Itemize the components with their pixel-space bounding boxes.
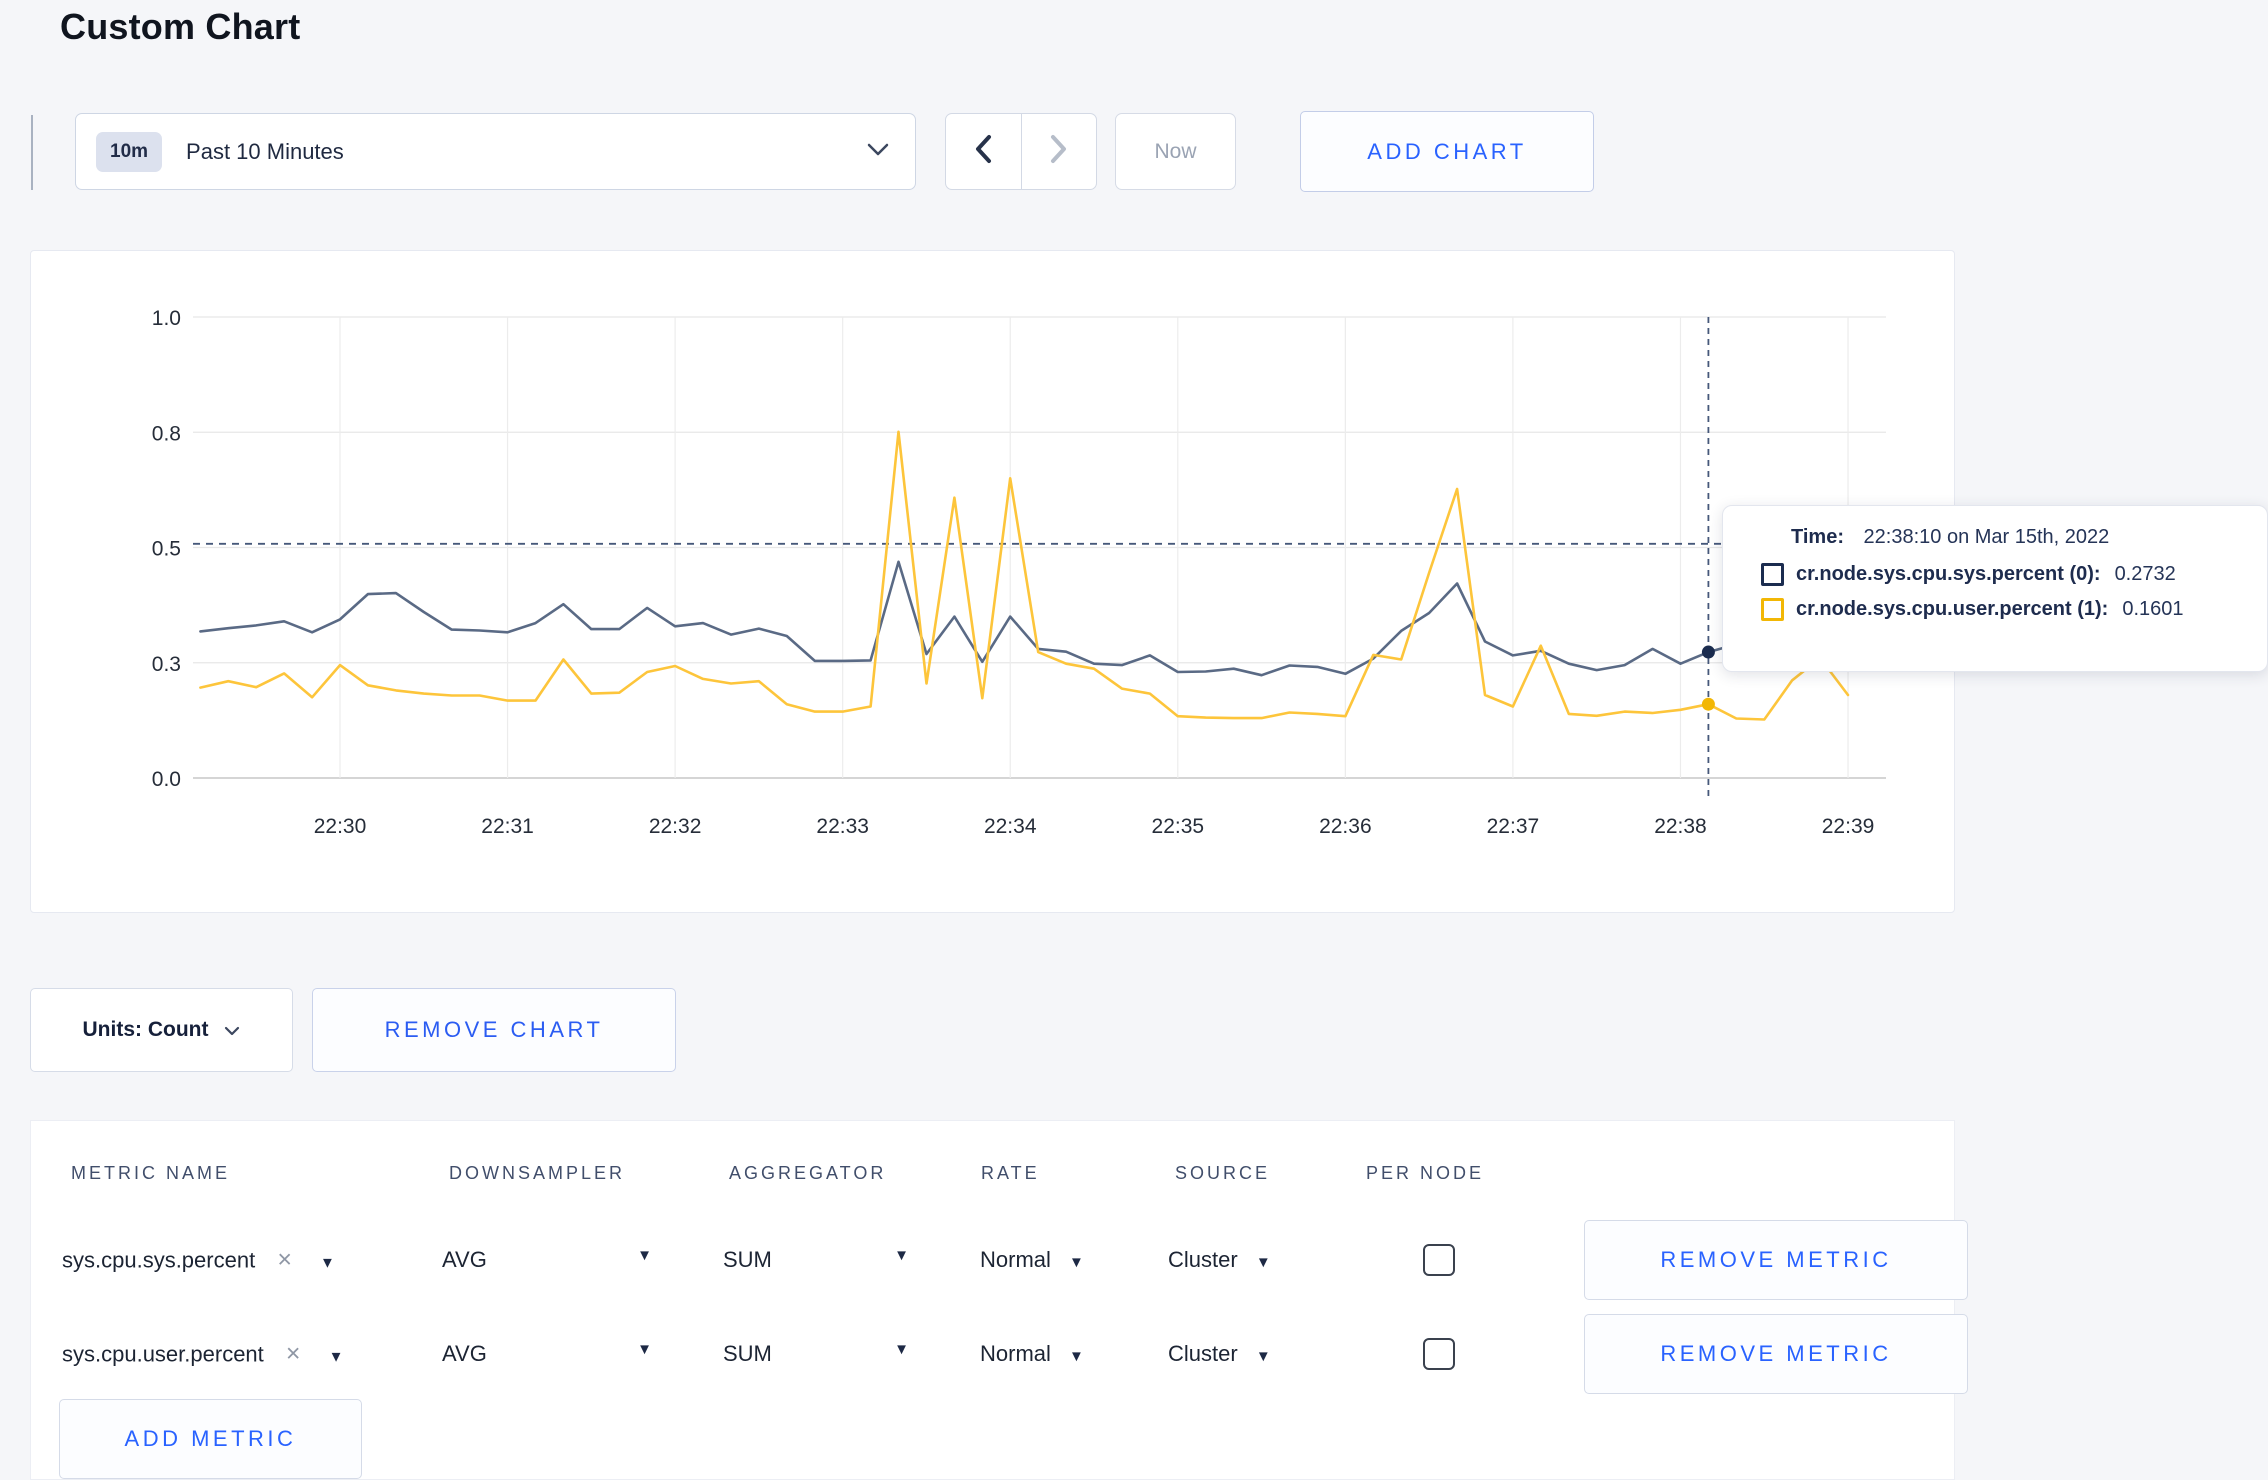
y-axis-label: 0.5: [152, 538, 181, 561]
x-axis-label: 22:34: [984, 815, 1037, 838]
caret-down-icon: ▼: [894, 1341, 909, 1358]
x-axis-label: 22:37: [1487, 815, 1540, 838]
clear-icon[interactable]: ×: [286, 1340, 301, 1368]
metric-name-value: sys.cpu.user.percent: [62, 1341, 264, 1367]
chevron-right-icon: [1050, 134, 1068, 169]
tooltip-series-row: cr.node.sys.cpu.sys.percent (0): 0.2732: [1761, 563, 2267, 586]
x-axis-label: 22:35: [1152, 815, 1205, 838]
y-axis-label: 0.3: [152, 653, 181, 676]
x-axis-label: 22:32: [649, 815, 702, 838]
col-header-aggregator: AGGREGATOR: [729, 1163, 887, 1183]
x-axis-label: 22:38: [1654, 815, 1707, 838]
chevron-down-icon: [224, 1018, 240, 1042]
crosshair-point: [1701, 645, 1715, 659]
aggregator-select[interactable]: SUM ▼: [723, 1247, 909, 1273]
units-dropdown[interactable]: Units: Count: [30, 988, 293, 1072]
tooltip-time-row: Time: 22:38:10 on Mar 15th, 2022: [1791, 526, 2267, 549]
remove-metric-button[interactable]: REMOVE METRIC: [1584, 1220, 1968, 1300]
rate-select[interactable]: Normal ▼: [980, 1341, 1084, 1367]
metric-name-value: sys.cpu.sys.percent: [62, 1247, 256, 1273]
x-axis-label: 22:33: [816, 815, 869, 838]
metric-name-select[interactable]: sys.cpu.sys.percent × ▼: [62, 1246, 335, 1275]
downsampler-select[interactable]: AVG ▼: [442, 1247, 652, 1273]
tooltip-time-label: Time:: [1791, 526, 1844, 548]
user-series-swatch-icon: [1761, 598, 1784, 621]
table-row: sys.cpu.user.percent × ▼ AVG ▼ SUM ▼ Nor…: [31, 1308, 1968, 1400]
x-axis-label: 22:39: [1822, 815, 1875, 838]
downsampler-select[interactable]: AVG ▼: [442, 1341, 652, 1367]
tooltip-series-value: 0.1601: [2122, 598, 2184, 620]
tooltip-series-value: 0.2732: [2114, 563, 2176, 585]
col-header-source: SOURCE: [1175, 1163, 1271, 1183]
caret-down-icon: ▼: [1255, 1254, 1271, 1271]
y-axis-label: 1.0: [152, 307, 181, 330]
caret-down-icon: ▼: [328, 1348, 344, 1366]
toolbar-divider: [31, 115, 33, 190]
caret-down-icon: ▼: [1069, 1348, 1084, 1365]
metrics-table: METRIC NAME DOWNSAMPLER AGGREGATOR RATE …: [30, 1120, 1968, 1480]
crosshair-point: [1701, 697, 1715, 711]
chevron-down-icon: [867, 143, 889, 161]
add-chart-button[interactable]: ADD CHART: [1300, 111, 1594, 192]
next-time-button[interactable]: [1022, 114, 1097, 189]
caret-down-icon: ▼: [894, 1247, 909, 1264]
col-header-downsampler: DOWNSAMPLER: [449, 1163, 626, 1183]
caret-down-icon: ▼: [637, 1247, 652, 1264]
metric-name-select[interactable]: sys.cpu.user.percent × ▼: [62, 1340, 344, 1369]
cpu-chart-svg[interactable]: 0.0 0.3 0.5 0.8 1.0 22:30 22:31 22:32 22:33 22:34…: [31, 251, 1954, 912]
time-range-badge: 10m: [96, 131, 163, 172]
remove-metric-button[interactable]: REMOVE METRIC: [1584, 1314, 1968, 1394]
units-label: Units: Count: [82, 1018, 209, 1041]
chart-card: 0.0 0.3 0.5 0.8 1.0 22:30 22:31 22:32 22:33 22:34…: [30, 250, 1955, 913]
x-axis-label: 22:36: [1319, 815, 1372, 838]
page-title: Custom Chart: [60, 6, 301, 47]
source-select[interactable]: Cluster ▼: [1168, 1247, 1271, 1273]
table-row: sys.cpu.sys.percent × ▼ AVG ▼ SUM ▼ Norm…: [31, 1214, 1968, 1306]
x-axis-label: 22:31: [481, 815, 534, 838]
col-header-rate: RATE: [981, 1163, 1040, 1183]
tooltip-series-label: cr.node.sys.cpu.user.percent (1):: [1796, 598, 2109, 620]
chart-tooltip: Time: 22:38:10 on Mar 15th, 2022 cr.node…: [1722, 505, 2268, 672]
remove-chart-button[interactable]: REMOVE CHART: [312, 988, 676, 1072]
caret-down-icon: ▼: [320, 1254, 335, 1272]
col-header-per-node: PER NODE: [1366, 1163, 1485, 1183]
aggregator-select[interactable]: SUM ▼: [723, 1341, 909, 1367]
rate-select[interactable]: Normal ▼: [980, 1247, 1084, 1273]
y-axis-label: 0.0: [152, 768, 181, 791]
time-range-label: Past 10 Minutes: [186, 138, 344, 164]
per-node-checkbox[interactable]: [1423, 1338, 1455, 1370]
x-axis-label: 22:30: [314, 815, 367, 838]
col-header-metric-name: METRIC NAME: [71, 1163, 230, 1183]
clear-icon[interactable]: ×: [277, 1246, 292, 1274]
tooltip-series-row: cr.node.sys.cpu.user.percent (1): 0.1601: [1761, 598, 2267, 621]
tooltip-series-label: cr.node.sys.cpu.sys.percent (0):: [1796, 563, 2101, 585]
time-nav-group: [945, 113, 1097, 190]
caret-down-icon: ▼: [1069, 1254, 1084, 1271]
series-line-sys: [199, 560, 1850, 677]
prev-time-button[interactable]: [946, 114, 1022, 189]
caret-down-icon: ▼: [637, 1341, 652, 1358]
per-node-checkbox[interactable]: [1423, 1244, 1455, 1276]
y-axis-label: 0.8: [152, 422, 181, 445]
add-metric-button[interactable]: ADD METRIC: [59, 1399, 362, 1479]
caret-down-icon: ▼: [1255, 1348, 1271, 1365]
chevron-left-icon: [974, 134, 992, 169]
tooltip-time-value: 22:38:10 on Mar 15th, 2022: [1863, 526, 2110, 548]
sys-series-swatch-icon: [1761, 563, 1784, 586]
now-button[interactable]: Now: [1115, 113, 1236, 190]
source-select[interactable]: Cluster ▼: [1168, 1341, 1271, 1367]
series-line-user: [199, 430, 1850, 721]
time-range-dropdown[interactable]: 10m Past 10 Minutes: [75, 113, 916, 190]
